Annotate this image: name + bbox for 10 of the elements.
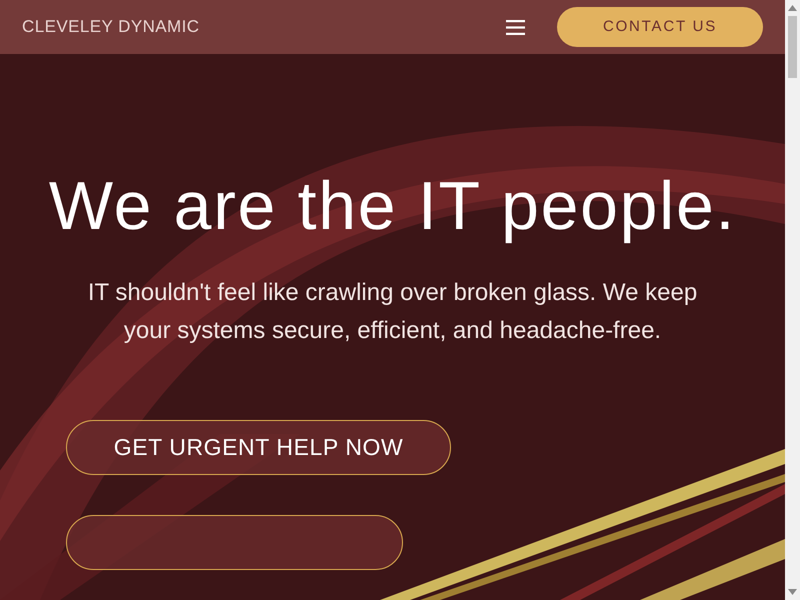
brand-name[interactable]: CLEVELEY DYNAMIC: [22, 14, 200, 40]
contact-button[interactable]: CONTACT US: [557, 7, 763, 47]
scrollbar[interactable]: [785, 0, 800, 600]
hero-title: We are the IT people.: [48, 167, 736, 246]
scroll-up-icon[interactable]: [788, 5, 797, 11]
scrollbar-thumb[interactable]: [788, 16, 797, 78]
menu-icon[interactable]: [506, 20, 525, 34]
urgent-help-button[interactable]: GET URGENT HELP NOW: [66, 420, 451, 475]
hero-subtitle: IT shouldn't feel like crawling over broken glass. We keep your systems secure, efficient, and headache-free.: [86, 278, 698, 346]
scroll-down-icon[interactable]: [788, 589, 797, 595]
